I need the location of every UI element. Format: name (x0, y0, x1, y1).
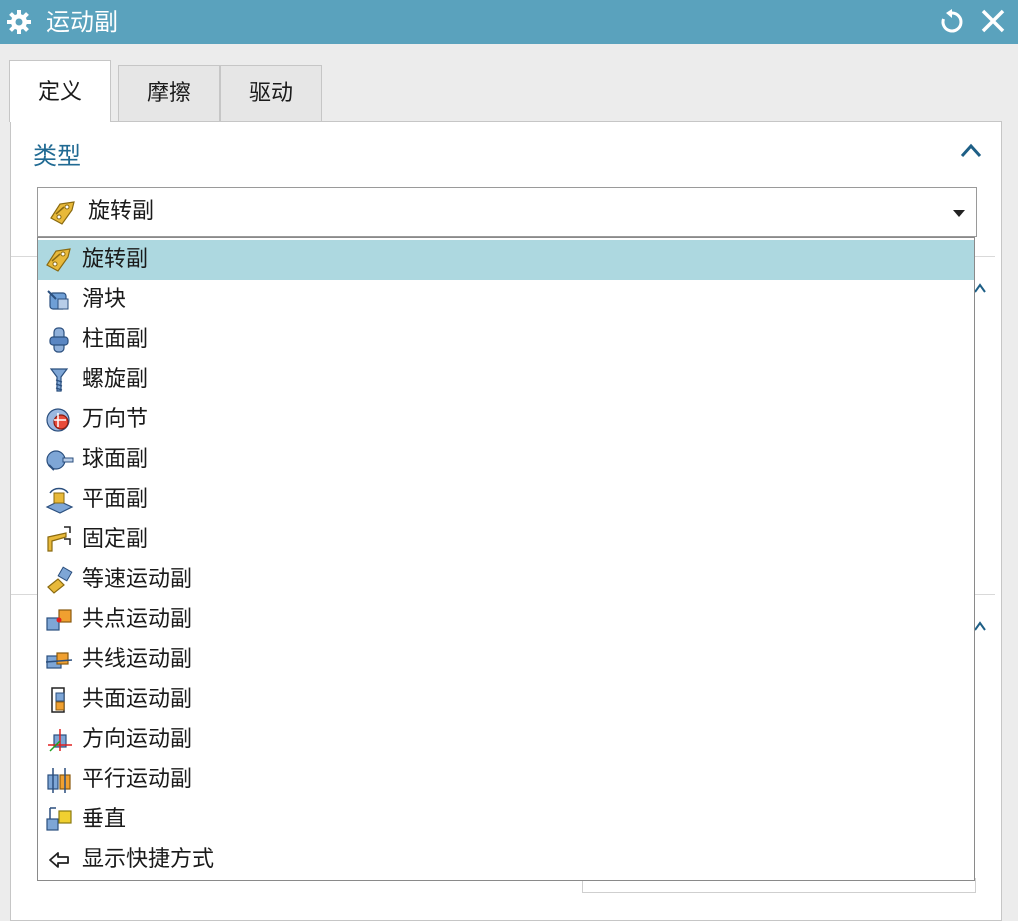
tab-drive[interactable]: 驱动 (220, 65, 322, 121)
dropdown-item-label: 等速运动副 (82, 567, 193, 592)
dropdown-item-perpendicular[interactable]: 垂直 (38, 800, 974, 840)
dropdown-item-constant-velocity[interactable]: 等速运动副 (38, 560, 974, 600)
joint-type-value: 旋转副 (88, 199, 155, 224)
perpendicular-joint-icon (46, 807, 72, 831)
constant-velocity-joint-icon (47, 566, 73, 594)
coincident-point-joint-icon (46, 609, 72, 631)
gear-icon[interactable] (6, 9, 32, 35)
parallel-joint-icon (47, 768, 71, 793)
dropdown-item-screw[interactable]: 螺旋副 (38, 360, 974, 400)
tab-label: 定义 (37, 80, 82, 105)
caret-down-icon (953, 210, 965, 217)
dropdown-item-cylindrical[interactable]: 柱面副 (38, 320, 974, 360)
dropdown-item-revolute[interactable]: 旋转副 (38, 240, 974, 280)
dropdown-item-slider[interactable]: 滑块 (38, 280, 974, 320)
dropdown-item-label: 垂直 (82, 807, 127, 832)
screw-joint-icon (49, 368, 69, 392)
tab-label: 摩擦 (146, 81, 191, 106)
dropdown-item-label: 固定副 (82, 527, 149, 552)
reset-icon[interactable] (938, 8, 966, 36)
arrow-left-icon (49, 852, 69, 868)
dropdown-item-coincident-point[interactable]: 共点运动副 (38, 600, 974, 640)
joint-type-dropdown: 旋转副 滑块 柱面副 螺旋副 万向节 球面副 平面副 固定副 等速运动副 共点运… (37, 237, 975, 881)
dropdown-item-parallel[interactable]: 平行运动副 (38, 760, 974, 800)
dropdown-item-label: 方向运动副 (82, 727, 193, 752)
universal-joint-icon (46, 408, 70, 432)
title-bar: 运动副 (0, 0, 1018, 44)
dropdown-item-label: 共面运动副 (82, 687, 193, 712)
section-divider (11, 594, 37, 595)
dropdown-item-label: 共点运动副 (82, 607, 193, 632)
dropdown-item-fixed[interactable]: 固定副 (38, 520, 974, 560)
coincident-line-joint-icon (45, 652, 73, 669)
chevron-up-icon (974, 621, 986, 631)
planar-joint-icon (45, 487, 74, 514)
window-title: 运动副 (46, 8, 118, 36)
dropdown-item-spherical[interactable]: 球面副 (38, 440, 974, 480)
dropdown-item-label: 万向节 (82, 407, 149, 432)
dropdown-item-label: 平面副 (82, 487, 149, 512)
close-icon[interactable] (978, 6, 1008, 36)
dropdown-item-label: 显示快捷方式 (82, 847, 215, 872)
dropdown-item-label: 滑块 (82, 287, 127, 312)
slider-joint-icon (47, 290, 69, 310)
section-divider (975, 594, 995, 595)
section-divider (11, 256, 37, 257)
dropdown-item-show-shortcuts[interactable]: 显示快捷方式 (38, 840, 974, 880)
dropdown-item-coincident-line[interactable]: 共线运动副 (38, 640, 974, 680)
section-title-type: 类型 (33, 142, 81, 170)
dropdown-item-universal[interactable]: 万向节 (38, 400, 974, 440)
coplanar-joint-icon (51, 687, 65, 713)
dropdown-item-label: 球面副 (82, 447, 149, 472)
spherical-joint-icon (46, 450, 74, 471)
dropdown-item-label: 平行运动副 (82, 767, 193, 792)
dropdown-item-label: 柱面副 (82, 327, 149, 352)
joint-type-select[interactable]: 旋转副 (37, 187, 977, 237)
dropdown-item-orientation[interactable]: 方向运动副 (38, 720, 974, 760)
tab-friction[interactable]: 摩擦 (118, 65, 220, 121)
revolute-joint-icon (50, 201, 75, 225)
cylindrical-joint-icon (49, 327, 69, 353)
chevron-up-icon[interactable] (959, 140, 983, 160)
dropdown-item-label: 螺旋副 (82, 367, 149, 392)
tab-definition[interactable]: 定义 (9, 60, 111, 122)
chevron-up-icon (974, 283, 986, 293)
orientation-joint-icon (48, 729, 72, 752)
dropdown-item-planar[interactable]: 平面副 (38, 480, 974, 520)
dropdown-item-coplanar[interactable]: 共面运动副 (38, 680, 974, 720)
section-divider (975, 256, 995, 257)
dropdown-item-label: 旋转副 (82, 247, 149, 272)
dropdown-item-label: 共线运动副 (82, 647, 193, 672)
tab-label: 驱动 (248, 81, 293, 106)
fixed-joint-icon (47, 526, 71, 552)
revolute-joint-icon (46, 248, 71, 272)
